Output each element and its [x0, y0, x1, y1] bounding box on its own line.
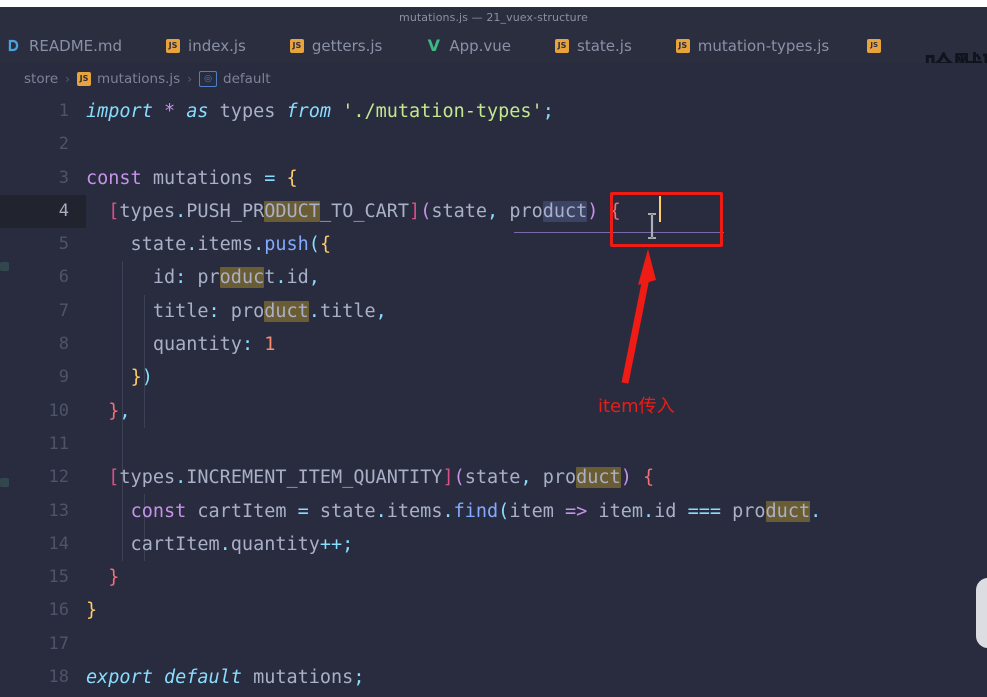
line-number: 16 [48, 600, 69, 621]
tab-getters-js[interactable]: JS getters.js [260, 28, 396, 63]
code-line[interactable]: 5 state.items.push({ [0, 228, 987, 261]
code-line[interactable]: 8 quantity: 1 [0, 328, 987, 361]
annotation-label: item传入 [598, 396, 675, 417]
code-line-text[interactable]: import * as types from './mutation-types… [86, 95, 987, 128]
tab-label: mutation-types.js [697, 36, 830, 55]
breadcrumb-label: mutations.js [96, 71, 181, 87]
tab-label: getters.js [311, 36, 383, 55]
code-line-text[interactable]: export default mutations; [86, 661, 987, 694]
tab-label: index.js [188, 36, 246, 55]
vscode-window: mutations.js — 21_vuex-structure README.… [0, 0, 987, 697]
breadcrumb-separator: › [187, 72, 193, 86]
tab-overflow-partial[interactable]: JS [843, 28, 895, 63]
code-line[interactable]: 13 const cartItem = state.items.find(ite… [0, 495, 987, 528]
js-icon: JS [166, 38, 181, 53]
vue-icon: V [427, 35, 441, 55]
code-line[interactable]: 17 [0, 628, 987, 661]
code-line[interactable]: 3 const mutations = { [0, 162, 987, 195]
code-line-current[interactable]: 4 [types.PUSH_PRODUCT_TO_CART](state, pr… [0, 194, 987, 229]
code-line-text[interactable]: const cartItem = state.items.find(item =… [86, 495, 987, 528]
screen-top-strip [0, 0, 987, 7]
code-line[interactable]: 16 } [0, 594, 987, 627]
code-line[interactable]: 15 } [0, 561, 987, 594]
line-number: 7 [58, 300, 69, 321]
line-number: 14 [48, 533, 69, 554]
js-icon: JS [675, 38, 690, 53]
line-number: 4 [0, 194, 86, 229]
code-line[interactable]: 1 import * as types from './mutation-typ… [0, 95, 987, 128]
code-line[interactable]: 2 [0, 128, 987, 161]
line-number: 5 [58, 234, 69, 255]
gutter-marker-icon[interactable] [0, 262, 9, 271]
breadcrumb[interactable]: store › JS mutations.js › ◎ default [0, 63, 987, 95]
code-editor[interactable]: 1 import * as types from './mutation-typ… [0, 95, 987, 697]
line-number: 11 [48, 433, 69, 454]
code-line-text[interactable]: }) [86, 361, 987, 394]
code-line-text[interactable]: const mutations = { [86, 162, 987, 195]
editor-tab-bar[interactable]: README.md JS index.js JS getters.js V Ap… [0, 28, 987, 63]
line-number: 17 [48, 633, 69, 654]
object-symbol-icon: ◎ [199, 71, 218, 87]
js-icon: JS [76, 72, 91, 86]
text-caret [659, 196, 661, 222]
line-number: 6 [58, 267, 69, 288]
line-number: 15 [48, 567, 69, 588]
breadcrumb-label: default [223, 71, 271, 87]
line-number: 1 [58, 101, 69, 121]
js-icon: JS [555, 38, 570, 53]
code-line-text[interactable]: }, [86, 395, 987, 428]
breadcrumb-item-default[interactable]: ◎ default [199, 71, 271, 87]
breadcrumb-separator: › [65, 72, 70, 86]
parameter-hint-underline [514, 232, 724, 233]
code-line[interactable]: 12 [types.INCREMENT_ITEM_QUANTITY](state… [0, 461, 987, 494]
js-icon: JS [289, 38, 304, 53]
tab-index-js[interactable]: JS index.js [136, 28, 260, 63]
title-bar: mutations.js — 21_vuex-structure [0, 7, 987, 28]
code-line-text[interactable]: id: product.id, [86, 261, 987, 294]
line-number: 3 [58, 167, 69, 188]
code-line-text[interactable]: } [86, 594, 987, 627]
gutter-marker-icon[interactable] [0, 478, 9, 487]
tab-state-js[interactable]: JS state.js [525, 28, 646, 63]
code-line[interactable]: 9 }) [0, 361, 987, 394]
line-number: 10 [48, 400, 69, 421]
code-line[interactable]: 7 title: product.title, [0, 295, 987, 328]
code-line-text[interactable]: [types.INCREMENT_ITEM_QUANTITY](state, p… [86, 461, 987, 494]
tab-label: README.md [29, 36, 123, 55]
code-line-text[interactable]: quantity: 1 [86, 328, 987, 361]
js-icon: JS [867, 38, 882, 53]
code-line[interactable]: 18 export default mutations; [0, 661, 987, 694]
floating-scroll-handle[interactable] [976, 578, 987, 648]
code-line-text[interactable]: [types.PUSH_PRODUCT_TO_CART](state, prod… [86, 195, 987, 228]
code-line[interactable]: 6 id: product.id, [0, 261, 987, 294]
line-number: 8 [58, 334, 69, 355]
breadcrumb-label: store [24, 71, 59, 87]
code-line-text[interactable]: cartItem.quantity++; [86, 528, 987, 561]
line-number: 9 [58, 367, 69, 388]
tab-label: state.js [577, 36, 632, 55]
code-line-text[interactable]: title: product.title, [86, 295, 987, 328]
line-number: 18 [48, 667, 69, 688]
tab-mutation-types-js[interactable]: JS mutation-types.js [646, 28, 843, 63]
code-line[interactable]: 10 }, [0, 395, 987, 428]
code-line-text[interactable]: state.items.push({ [86, 228, 987, 261]
code-line-text[interactable]: } [86, 561, 987, 594]
markdown-icon [6, 38, 21, 53]
code-line[interactable]: 11 [0, 428, 987, 461]
line-number: 12 [48, 467, 69, 488]
breadcrumb-item-store[interactable]: store [24, 71, 58, 87]
breadcrumb-item-mutations-js[interactable]: JS mutations.js [76, 71, 181, 87]
window-title: mutations.js — 21_vuex-structure [399, 11, 588, 24]
tab-app-vue[interactable]: V App.vue [396, 28, 525, 63]
code-line[interactable]: 14 cartItem.quantity++; [0, 528, 987, 561]
line-number: 2 [58, 134, 69, 155]
line-number: 13 [48, 500, 69, 521]
tab-label: App.vue [449, 36, 512, 55]
tab-readme-md[interactable]: README.md [0, 28, 136, 63]
